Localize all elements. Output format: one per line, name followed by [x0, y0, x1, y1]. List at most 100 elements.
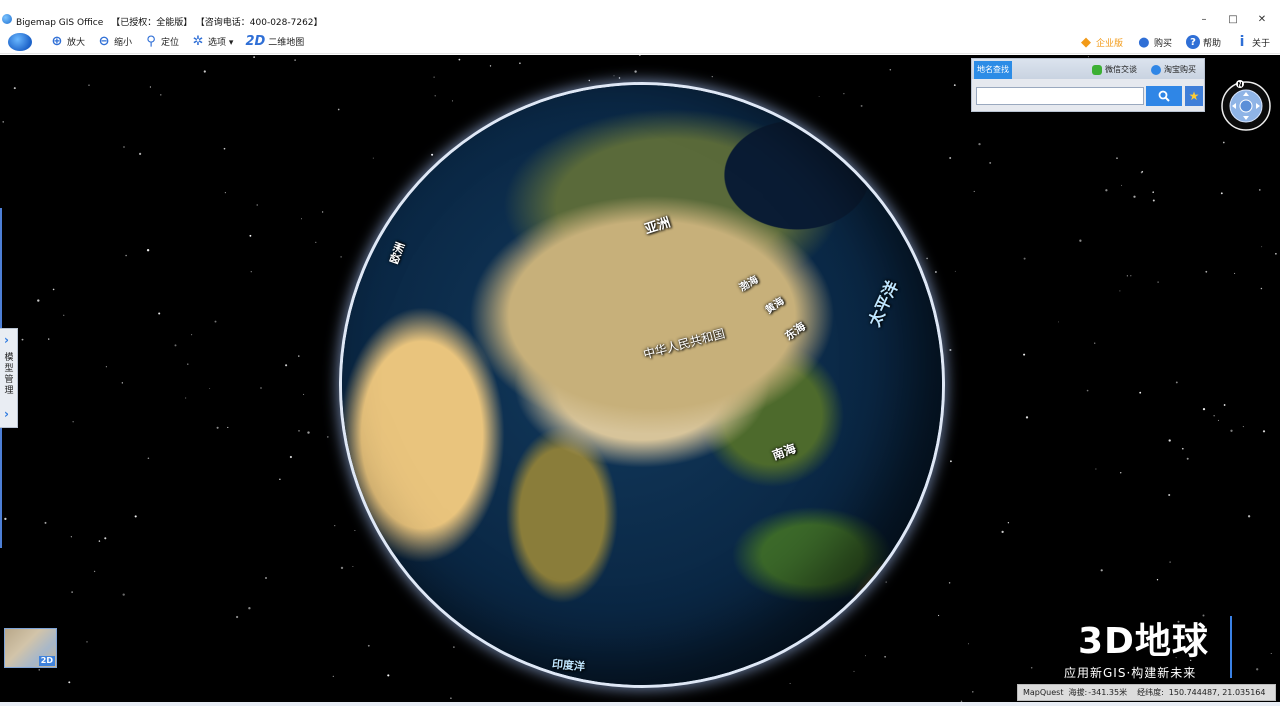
star: [123, 146, 125, 148]
star: [285, 364, 288, 367]
zoom-out-button[interactable]: ⊖ 缩小: [93, 32, 136, 52]
locate-label: 定位: [161, 38, 180, 48]
zoom-out-icon: ⊖: [98, 34, 110, 49]
place-search-input[interactable]: [976, 87, 1144, 105]
star: [337, 108, 340, 111]
star: [253, 56, 255, 58]
zoom-in-label: 放大: [67, 38, 86, 48]
earth-globe[interactable]: 亚洲 欧洲 渤海 黄海 东海 中华人民共和国 南海 太平洋 印度洋: [342, 85, 942, 685]
maximize-button[interactable]: □: [1223, 12, 1243, 26]
close-button[interactable]: ✕: [1252, 12, 1272, 26]
star: [160, 94, 162, 96]
star: [1126, 275, 1128, 277]
star: [1234, 272, 1236, 274]
star: [948, 582, 951, 584]
2d-map-button[interactable]: 2D 二维地图: [241, 32, 308, 52]
star: [1256, 668, 1259, 671]
star: [298, 355, 300, 357]
maximize-icon: □: [1228, 13, 1238, 25]
map-provider: MapQuest: [1023, 688, 1064, 697]
star: [1007, 522, 1010, 524]
locate-button[interactable]: ⚲ 定位: [140, 32, 183, 52]
zoom-in-button[interactable]: ⊕ 放大: [46, 32, 89, 52]
help-icon: ?: [1185, 35, 1200, 49]
star: [72, 421, 74, 423]
star: [216, 426, 219, 429]
star: [44, 521, 47, 524]
star: [134, 515, 137, 518]
star: [1213, 415, 1215, 417]
favorite-button[interactable]: ★: [1185, 86, 1203, 106]
star: [223, 147, 226, 150]
status-bar: MapQuest 海拔: -341.35米 经纬度: 150.744487, 2…: [1017, 684, 1276, 701]
brand-accent-bar: [1230, 616, 1232, 678]
star: [1220, 192, 1223, 195]
star: [1230, 429, 1233, 432]
star: [1119, 290, 1121, 292]
star: [224, 192, 226, 194]
star: [326, 436, 329, 438]
star: [71, 591, 73, 593]
window-title: Bigemap GIS Office 【已授权：全能版】 【咨询电话：400-028…: [16, 15, 331, 28]
star: [321, 211, 324, 213]
globe-viewport[interactable]: 亚洲 欧洲 渤海 黄海 东海 中华人民共和国 南海 太平洋 印度洋: [0, 55, 1280, 702]
star: [88, 84, 90, 86]
taobao-icon: [1151, 64, 1161, 75]
star: [52, 288, 55, 291]
star: [209, 388, 211, 389]
star: [613, 75, 615, 77]
wechat-chat-link[interactable]: 微信交谈: [1092, 62, 1137, 77]
navigation-compass[interactable]: N: [1220, 80, 1272, 132]
star: [450, 697, 452, 700]
enterprise-button[interactable]: ◆ 企业版: [1075, 32, 1127, 52]
star: [1133, 195, 1136, 198]
star: [1141, 170, 1144, 173]
star: [1270, 653, 1272, 655]
star: [949, 348, 952, 352]
star: [711, 75, 713, 78]
options-dropdown[interactable]: ✲ 选项 ▾: [187, 32, 237, 52]
star: [1169, 561, 1171, 563]
license-text: 【已授权：全能版】: [111, 18, 193, 28]
star: [1262, 430, 1266, 433]
buy-button[interactable]: ● 购买: [1133, 32, 1176, 52]
star: [1261, 246, 1263, 248]
minimize-button[interactable]: –: [1194, 12, 1214, 26]
star: [37, 299, 40, 302]
star: [256, 204, 258, 206]
search-button[interactable]: [1146, 86, 1182, 106]
gear-icon: ✲: [192, 34, 204, 49]
globe-surface[interactable]: [342, 85, 942, 685]
minimap-2d[interactable]: 2D: [4, 628, 57, 668]
star: [1023, 257, 1026, 260]
star: [191, 334, 193, 336]
options-label: 选项 ▾: [208, 38, 234, 48]
star: [978, 142, 981, 146]
minimap-2d-badge: 2D: [38, 656, 55, 666]
star: [1030, 666, 1033, 669]
about-button[interactable]: i 关于: [1231, 32, 1274, 52]
tab-place-search[interactable]: 地名查找: [974, 61, 1012, 79]
star: [13, 87, 16, 90]
enterprise-diamond-icon: ◆: [1080, 34, 1091, 50]
star: [638, 55, 641, 56]
north-label: N: [1237, 82, 1242, 89]
star: [588, 79, 591, 82]
star: [1242, 426, 1244, 428]
star: [149, 86, 151, 88]
help-button[interactable]: ? 帮助: [1182, 32, 1225, 52]
navigation-compass-icon: N: [1221, 80, 1271, 131]
star: [38, 669, 40, 671]
star: [953, 84, 956, 86]
star: [519, 62, 521, 65]
taobao-buy-link[interactable]: 淘宝购买: [1151, 62, 1196, 77]
buy-label: 购买: [1153, 38, 1172, 49]
coords-label: 经纬度:: [1137, 688, 1164, 697]
star: [235, 615, 239, 619]
star: [298, 430, 300, 432]
2d-map-icon: 2D: [245, 34, 266, 49]
star: [1181, 447, 1184, 450]
star: [1205, 270, 1208, 273]
model-management-tab[interactable]: › 模型管理 ›: [0, 328, 18, 428]
brand-title: 3D地球: [1078, 621, 1209, 662]
